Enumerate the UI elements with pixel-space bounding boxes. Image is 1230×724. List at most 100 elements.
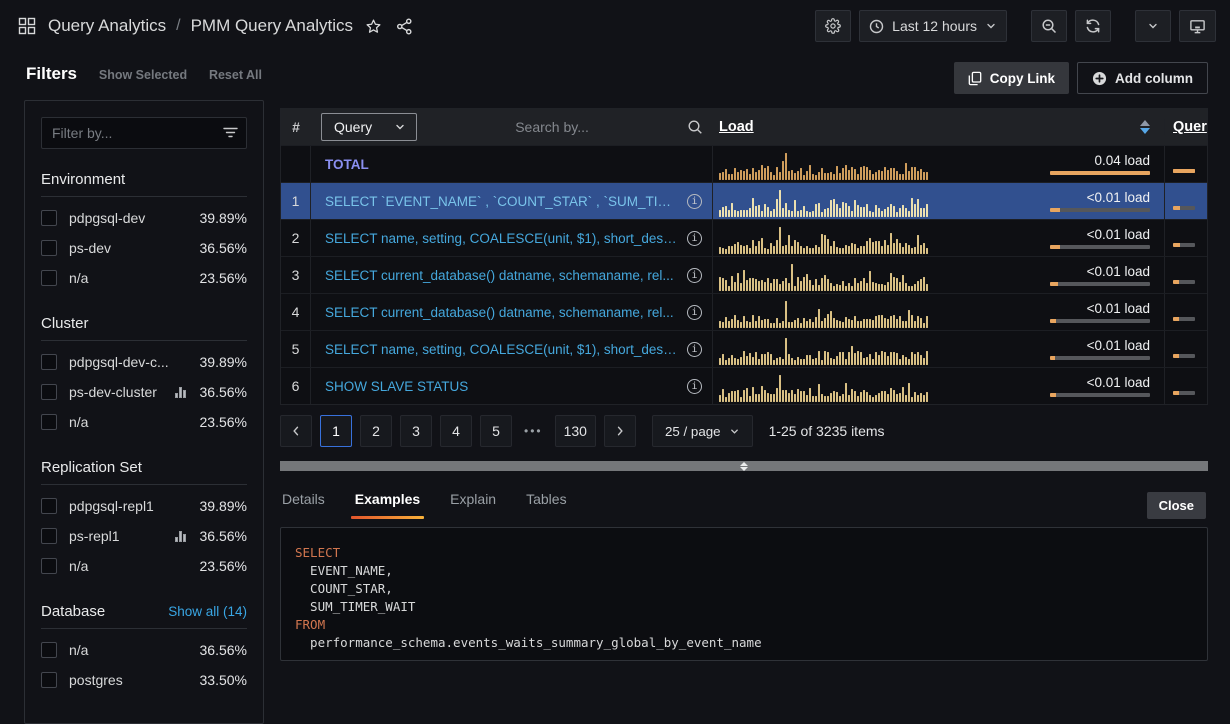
query-count-bar bbox=[1173, 169, 1195, 173]
filter-item[interactable]: pdpgsql-repl1 39.89% bbox=[41, 491, 247, 521]
column-header-query-count[interactable]: Quer bbox=[1173, 119, 1207, 135]
info-icon[interactable]: i bbox=[687, 379, 702, 394]
table-row[interactable]: 5 SELECT name, setting, COALESCE(unit, $… bbox=[281, 330, 1207, 367]
load-value: <0.01 load bbox=[1087, 227, 1150, 242]
column-header-number: # bbox=[281, 119, 311, 135]
panel-splitter[interactable] bbox=[280, 461, 1208, 471]
filter-show-all-link[interactable]: Show all (14) bbox=[168, 604, 247, 619]
copy-link-button[interactable]: Copy Link bbox=[954, 62, 1069, 94]
page-button[interactable]: 5 bbox=[480, 415, 512, 447]
load-value: <0.01 load bbox=[1087, 338, 1150, 353]
filter-item[interactable]: postgres 33.50% bbox=[41, 665, 247, 695]
page-size-select[interactable]: 25 / page bbox=[652, 415, 753, 447]
info-icon[interactable]: i bbox=[687, 342, 702, 357]
tab-examples[interactable]: Examples bbox=[355, 491, 420, 519]
sort-icon[interactable] bbox=[1140, 120, 1150, 134]
table-row-total[interactable]: TOTAL 0.04 load bbox=[281, 145, 1207, 182]
tab-explain[interactable]: Explain bbox=[450, 491, 496, 519]
page-button[interactable]: 1 bbox=[320, 415, 352, 447]
tab-tables[interactable]: Tables bbox=[526, 491, 566, 519]
refresh-interval-dropdown[interactable] bbox=[1135, 10, 1171, 42]
dimension-select[interactable]: Query bbox=[321, 113, 417, 141]
apps-grid-icon[interactable] bbox=[16, 15, 38, 37]
row-number: 2 bbox=[281, 220, 311, 256]
table-row[interactable]: 2 SELECT name, setting, COALESCE(unit, $… bbox=[281, 219, 1207, 256]
table-search-input[interactable] bbox=[417, 119, 687, 135]
reset-all-link[interactable]: Reset All bbox=[209, 68, 262, 82]
filter-item[interactable]: n/a 23.56% bbox=[41, 407, 247, 437]
query-link[interactable]: SELECT current_database() datname, schem… bbox=[325, 268, 674, 283]
next-page-button[interactable] bbox=[604, 415, 636, 447]
query-link[interactable]: SELECT name, setting, COALESCE(unit, $1)… bbox=[325, 342, 679, 357]
filter-group-title: Replication Set bbox=[41, 459, 142, 476]
filter-item-list: n/a 36.56% postgres 33.50% bbox=[41, 635, 247, 695]
star-icon[interactable] bbox=[363, 16, 384, 37]
mini-bar-chart-icon[interactable] bbox=[175, 387, 186, 398]
show-selected-link[interactable]: Show Selected bbox=[99, 68, 187, 82]
gear-icon bbox=[825, 18, 841, 34]
last-page-button[interactable]: 130 bbox=[555, 415, 596, 447]
filter-checkbox[interactable] bbox=[41, 240, 57, 256]
page-button[interactable]: 3 bbox=[400, 415, 432, 447]
table-row[interactable]: 3 SELECT current_database() datname, sch… bbox=[281, 256, 1207, 293]
chevron-down-icon bbox=[985, 20, 997, 32]
info-icon[interactable]: i bbox=[687, 305, 702, 320]
filter-item[interactable]: n/a 23.56% bbox=[41, 263, 247, 293]
prev-page-button[interactable] bbox=[280, 415, 312, 447]
query-link[interactable]: SELECT name, setting, COALESCE(unit, $1)… bbox=[325, 231, 679, 246]
table-row[interactable]: 1 SELECT `EVENT_NAME` , `COUNT_STAR` , `… bbox=[281, 182, 1207, 219]
filter-checkbox[interactable] bbox=[41, 384, 57, 400]
filter-checkbox[interactable] bbox=[41, 642, 57, 658]
filter-item-percent: 39.89% bbox=[200, 498, 247, 514]
zoom-out-button[interactable] bbox=[1031, 10, 1067, 42]
time-range-picker[interactable]: Last 12 hours bbox=[859, 10, 1007, 42]
filter-checkbox[interactable] bbox=[41, 270, 57, 286]
kiosk-mode-button[interactable] bbox=[1179, 10, 1216, 42]
refresh-button[interactable] bbox=[1075, 10, 1111, 42]
table-row[interactable]: 4 SELECT current_database() datname, sch… bbox=[281, 293, 1207, 330]
dashboard-settings-button[interactable] bbox=[815, 10, 851, 42]
filter-checkbox[interactable] bbox=[41, 672, 57, 688]
query-link[interactable]: SELECT current_database() datname, schem… bbox=[325, 305, 674, 320]
filters-sidebar: Filters Show Selected Reset All Environm… bbox=[24, 52, 264, 724]
filter-checkbox[interactable] bbox=[41, 528, 57, 544]
table-row[interactable]: 6 SHOW SLAVE STATUS i <0.01 load bbox=[281, 367, 1207, 404]
info-icon[interactable]: i bbox=[687, 194, 702, 209]
add-column-button[interactable]: Add column bbox=[1077, 62, 1208, 94]
search-icon[interactable] bbox=[687, 119, 703, 135]
info-icon[interactable]: i bbox=[687, 268, 702, 283]
load-bar bbox=[1050, 356, 1150, 360]
load-value: <0.01 load bbox=[1087, 264, 1150, 279]
tab-details[interactable]: Details bbox=[282, 491, 325, 519]
filter-item[interactable]: pdpgsql-dev-c... 39.89% bbox=[41, 347, 247, 377]
filter-checkbox[interactable] bbox=[41, 498, 57, 514]
filter-item[interactable]: pdpgsql-dev 39.89% bbox=[41, 203, 247, 233]
column-header-load[interactable]: Load bbox=[719, 119, 754, 135]
filter-item-percent: 39.89% bbox=[200, 210, 247, 226]
filter-checkbox[interactable] bbox=[41, 414, 57, 430]
filter-checkbox[interactable] bbox=[41, 210, 57, 226]
filter-item[interactable]: n/a 36.56% bbox=[41, 635, 247, 665]
page-button[interactable]: 2 bbox=[360, 415, 392, 447]
share-icon[interactable] bbox=[394, 16, 415, 37]
sql-line: COUNT_STAR, bbox=[295, 580, 1193, 598]
query-link[interactable]: SHOW SLAVE STATUS bbox=[325, 379, 468, 394]
close-button[interactable]: Close bbox=[1147, 492, 1206, 519]
filter-item[interactable]: ps-dev 36.56% bbox=[41, 233, 247, 263]
page-button[interactable]: 4 bbox=[440, 415, 472, 447]
filter-search-input[interactable] bbox=[41, 117, 247, 149]
breadcrumb-page[interactable]: PMM Query Analytics bbox=[191, 16, 354, 36]
filter-checkbox[interactable] bbox=[41, 558, 57, 574]
breadcrumb-section[interactable]: Query Analytics bbox=[48, 16, 166, 36]
nav-actions: Last 12 hours bbox=[815, 10, 1216, 42]
mini-bar-chart-icon[interactable] bbox=[175, 531, 186, 542]
filter-item-list: pdpgsql-dev-c... 39.89% ps-dev-cluster 3… bbox=[41, 347, 247, 437]
filter-item[interactable]: ps-dev-cluster 36.56% bbox=[41, 377, 247, 407]
query-link[interactable]: SELECT `EVENT_NAME` , `COUNT_STAR` , `SU… bbox=[325, 194, 679, 209]
pagination-ellipsis[interactable]: ••• bbox=[520, 424, 547, 438]
filter-item[interactable]: n/a 23.56% bbox=[41, 551, 247, 581]
time-range-label: Last 12 hours bbox=[892, 18, 977, 34]
filter-item[interactable]: ps-repl1 36.56% bbox=[41, 521, 247, 551]
filter-checkbox[interactable] bbox=[41, 354, 57, 370]
info-icon[interactable]: i bbox=[687, 231, 702, 246]
